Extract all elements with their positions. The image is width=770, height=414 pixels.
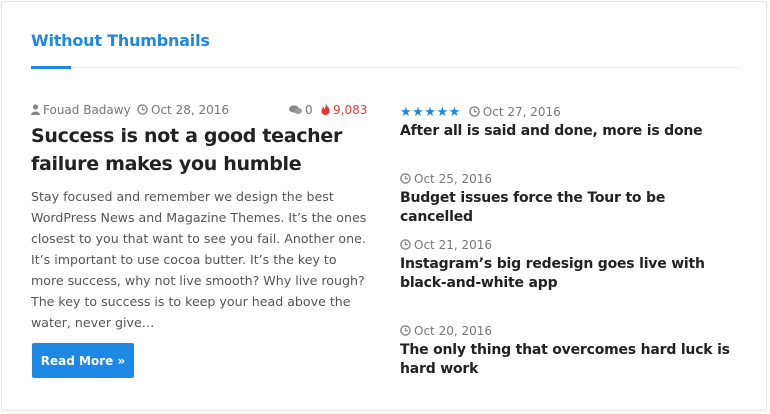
featured-date: Oct 28, 2016: [137, 103, 229, 118]
clock-icon: [137, 104, 148, 118]
side-post-date: Oct 27, 2016: [482, 105, 561, 119]
comments-count: 0: [305, 103, 313, 117]
featured-excerpt: Stay focused and remember we design the …: [31, 189, 367, 330]
side-post-3: Oct 21, 2016 Instagram’s big redesign go…: [400, 236, 740, 293]
side-post-meta: ★★★★★ Oct 27, 2016: [400, 103, 740, 121]
title-accent-bar: [31, 66, 71, 69]
comment-icon: [289, 104, 302, 118]
author-name: Fouad Badawy: [43, 103, 131, 117]
side-post-meta: Oct 25, 2016: [400, 170, 740, 188]
clock-icon: [468, 104, 480, 122]
featured-post-title[interactable]: Success is not a good teacher failure ma…: [31, 122, 371, 178]
side-post-1: ★★★★★ Oct 27, 2016 After all is said and …: [400, 103, 740, 141]
clock-icon: [400, 237, 411, 255]
side-post-title[interactable]: Instagram’s big redesign goes live with …: [400, 255, 740, 293]
user-icon: [31, 104, 40, 118]
side-post-date: Oct 21, 2016: [414, 238, 492, 252]
star-rating: ★★★★★: [400, 105, 461, 120]
read-more-button[interactable]: Read More »: [32, 343, 134, 378]
side-post-title[interactable]: The only thing that overcomes hard luck …: [400, 341, 740, 379]
side-post-4: Oct 20, 2016 The only thing that overcom…: [400, 322, 740, 379]
side-post-title[interactable]: Budget issues force the Tour to be cance…: [400, 189, 740, 227]
featured-meta: Fouad Badawy Oct 28, 2016 0 9,083: [31, 103, 371, 121]
fire-icon: [321, 103, 330, 118]
side-post-meta: Oct 20, 2016: [400, 322, 740, 340]
clock-icon: [400, 171, 411, 189]
side-post-meta: Oct 21, 2016: [400, 236, 740, 254]
clock-icon: [400, 323, 411, 341]
featured-date-text: Oct 28, 2016: [151, 103, 229, 117]
widget-title: Without Thumbnails: [31, 31, 210, 50]
author-link[interactable]: Fouad Badawy: [31, 103, 131, 118]
side-post-2: Oct 25, 2016 Budget issues force the Tou…: [400, 170, 740, 227]
views-count: 9,083: [333, 103, 368, 117]
title-divider: [31, 67, 739, 68]
comments-link[interactable]: 0: [289, 103, 313, 118]
side-post-date: Oct 25, 2016: [414, 172, 492, 186]
views-count-wrap: 9,083: [321, 103, 367, 118]
side-post-date: Oct 20, 2016: [414, 324, 492, 338]
side-post-title[interactable]: After all is said and done, more is done: [400, 122, 740, 141]
